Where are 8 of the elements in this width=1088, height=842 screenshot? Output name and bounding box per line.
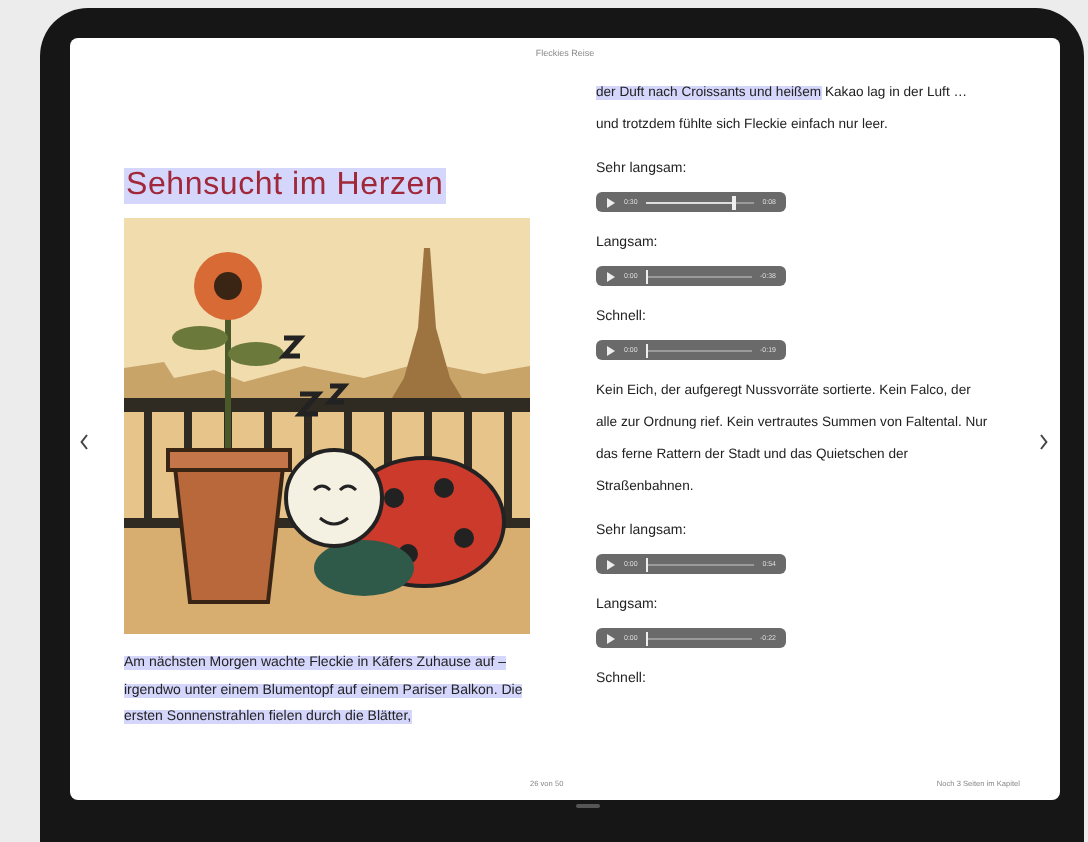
next-page-icon[interactable] — [1040, 434, 1048, 450]
play-icon[interactable] — [606, 197, 616, 207]
previous-page-icon[interactable] — [80, 434, 88, 450]
play-icon[interactable] — [606, 345, 616, 355]
play-icon[interactable] — [606, 271, 616, 281]
chapter-title: Sehnsucht im Herzen — [124, 168, 446, 204]
play-icon[interactable] — [606, 559, 616, 569]
play-icon[interactable] — [606, 633, 616, 643]
